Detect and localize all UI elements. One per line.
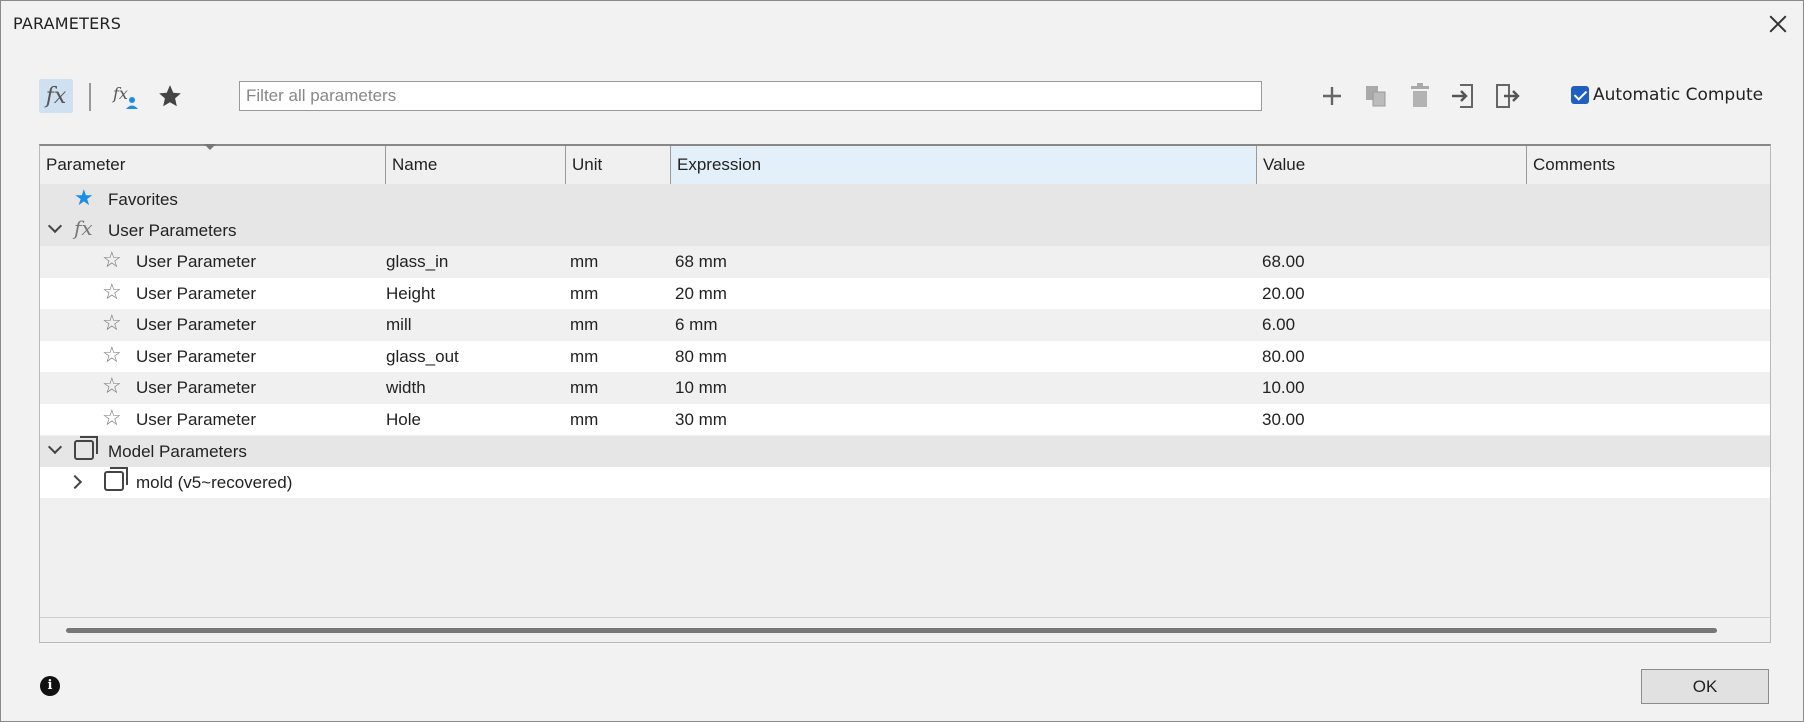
table-row[interactable]: ☆ User Parameter Hole mm 30 mm 30.00 — [40, 404, 1770, 435]
toolbar: fx fx Automa — [39, 79, 1769, 115]
column-header-expression[interactable]: Expression — [671, 146, 1257, 184]
favorite-toggle-star-icon[interactable]: ☆ — [102, 375, 122, 397]
cell-name[interactable]: mill — [386, 315, 412, 335]
add-icon[interactable] — [1315, 79, 1349, 113]
cell-unit: mm — [570, 346, 599, 366]
chevron-right-icon[interactable] — [67, 474, 83, 490]
column-header-value[interactable]: Value — [1257, 146, 1527, 184]
favorites-group-row[interactable]: ★ Favorites — [40, 184, 1770, 215]
cell-unit: mm — [570, 315, 599, 335]
cell-unit: mm — [570, 410, 599, 429]
favorite-toggle-star-icon[interactable]: ☆ — [102, 407, 122, 429]
info-icon[interactable]: i — [40, 676, 60, 696]
cell-parameter: User Parameter — [136, 252, 256, 271]
component-box-icon — [74, 436, 98, 460]
component-box-icon — [104, 467, 128, 491]
cell-expression[interactable]: 68 mm — [675, 252, 727, 272]
automatic-compute-checkbox[interactable] — [1571, 86, 1589, 104]
cell-name[interactable]: width — [386, 378, 426, 398]
model-child-row[interactable]: mold (v5~recovered) — [40, 467, 1770, 498]
import-icon[interactable] — [1447, 79, 1481, 113]
favorite-star-icon: ★ — [74, 185, 94, 210]
column-header-comments[interactable]: Comments — [1527, 146, 1770, 184]
cell-name[interactable]: Height — [386, 284, 435, 304]
sort-chevron-icon[interactable] — [204, 144, 216, 150]
chevron-down-icon[interactable] — [47, 218, 63, 234]
cell-value: 80.00 — [1262, 346, 1305, 366]
cell-value: 10.00 — [1262, 378, 1305, 398]
chevron-down-icon[interactable] — [47, 439, 63, 455]
fx-user-icon[interactable]: fx — [109, 79, 143, 113]
fx-all-icon[interactable]: fx — [39, 79, 73, 113]
automatic-compute-toggle[interactable]: Automatic Compute — [1571, 85, 1763, 105]
cell-expression[interactable]: 6 mm — [675, 315, 718, 335]
cell-value: 6.00 — [1262, 315, 1296, 335]
cell-name[interactable]: Hole — [386, 410, 421, 430]
cell-expression[interactable]: 80 mm — [675, 347, 727, 367]
cell-parameter: User Parameter — [136, 346, 256, 366]
cell-expression[interactable]: 20 mm — [675, 284, 727, 304]
favorite-toggle-star-icon[interactable]: ☆ — [102, 343, 122, 366]
column-header-name[interactable]: Name — [386, 146, 566, 184]
svg-text:fx: fx — [112, 84, 128, 103]
cell-value: 30.00 — [1262, 410, 1305, 429]
column-header-parameter[interactable]: Parameter — [40, 144, 386, 184]
fx-icon: fx — [74, 216, 93, 240]
horizontal-scrollbar[interactable] — [66, 628, 1717, 633]
cell-value: 20.00 — [1262, 283, 1305, 303]
toolbar-separator — [89, 83, 91, 111]
favorite-toggle-star-icon[interactable]: ☆ — [102, 249, 122, 271]
favorites-star-icon[interactable] — [153, 79, 187, 113]
automatic-compute-label: Automatic Compute — [1593, 85, 1764, 105]
parameters-dialog: PARAMETERS fx fx Filter all parameters A… — [0, 0, 1804, 722]
table-header: Parameter Name Unit Expression Value Com… — [40, 144, 1770, 185]
model-parameters-group-row[interactable]: Model Parameters — [40, 436, 1770, 467]
dialog-title: PARAMETERS — [13, 14, 122, 33]
delete-icon[interactable] — [1403, 79, 1437, 113]
title-bar: PARAMETERS — [1, 1, 1803, 47]
column-header-unit[interactable]: Unit — [566, 146, 671, 184]
favorite-toggle-star-icon[interactable]: ☆ — [102, 280, 122, 303]
cell-parameter: User Parameter — [136, 410, 256, 429]
cell-expression[interactable]: 10 mm — [675, 378, 727, 398]
cell-parameter: User Parameter — [136, 378, 256, 398]
cell-unit: mm — [570, 252, 599, 271]
close-icon[interactable] — [1763, 9, 1793, 39]
table-row[interactable]: ☆ User Parameter width mm 10 mm 10.00 — [40, 372, 1770, 404]
cell-parameter: User Parameter — [136, 315, 256, 335]
parameters-table: Parameter Name Unit Expression Value Com… — [39, 144, 1771, 643]
cell-unit: mm — [570, 283, 599, 303]
table-row[interactable]: ☆ User Parameter glass_in mm 68 mm 68.00 — [40, 246, 1770, 277]
cell-expression[interactable]: 30 mm — [675, 410, 727, 430]
filter-input[interactable] — [239, 81, 1262, 111]
user-parameters-group-row[interactable]: fx User Parameters — [40, 215, 1770, 246]
table-row[interactable]: ☆ User Parameter Height mm 20 mm 20.00 — [40, 277, 1770, 309]
ok-button[interactable]: OK — [1641, 669, 1769, 704]
copy-icon[interactable] — [1359, 79, 1393, 113]
cell-name[interactable]: glass_out — [386, 347, 459, 367]
export-icon[interactable] — [1491, 79, 1525, 113]
cell-unit: mm — [570, 378, 599, 398]
table-row[interactable]: ☆ User Parameter glass_out mm 80 mm 80.00 — [40, 340, 1770, 372]
favorite-toggle-star-icon[interactable]: ☆ — [102, 312, 122, 334]
cell-value: 68.00 — [1262, 252, 1305, 271]
table-row[interactable]: ☆ User Parameter mill mm 6 mm 6.00 — [40, 309, 1770, 341]
cell-parameter: User Parameter — [136, 283, 256, 303]
cell-name[interactable]: glass_in — [386, 252, 448, 272]
